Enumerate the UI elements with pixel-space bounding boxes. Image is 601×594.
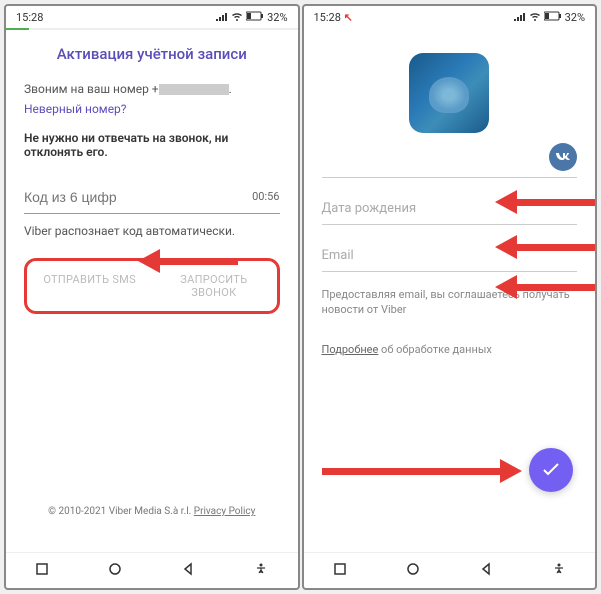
avatar[interactable] xyxy=(409,53,489,133)
nav-accessibility-icon[interactable] xyxy=(552,561,566,580)
code-input[interactable] xyxy=(24,189,252,205)
email-input[interactable]: Email xyxy=(322,240,578,272)
confirm-fab[interactable] xyxy=(529,448,573,492)
battery-icon xyxy=(246,11,264,24)
action-buttons-highlighted: ОТПРАВИТЬ SMS ЗАПРОСИТЬ ЗВОНОК xyxy=(24,258,280,314)
signal-icon xyxy=(216,11,228,24)
screen-profile: 15:28 ↖ 32% Дата рождения Email Предоста… xyxy=(302,4,598,590)
status-bar: 15:28 32% xyxy=(6,6,298,28)
wifi-icon xyxy=(231,11,243,24)
annotation-arrow xyxy=(322,462,522,480)
nav-recent-icon[interactable] xyxy=(333,561,347,580)
missed-call-icon: ↖ xyxy=(344,11,353,24)
nav-recent-icon[interactable] xyxy=(35,561,49,580)
status-bar: 15:28 ↖ 32% xyxy=(304,6,596,28)
battery-percent: 32% xyxy=(565,11,585,24)
privacy-link[interactable]: Privacy Policy xyxy=(194,506,256,517)
countdown-timer: 00:56 xyxy=(252,190,279,203)
nav-bar xyxy=(304,552,596,588)
redacted-number xyxy=(159,84,229,95)
page-title: Активация учётной записи xyxy=(24,45,280,63)
nav-accessibility-icon[interactable] xyxy=(254,561,268,580)
check-icon xyxy=(542,463,560,477)
status-time: 15:28 xyxy=(314,11,341,24)
more-link[interactable]: Подробнее xyxy=(322,343,379,356)
send-sms-button[interactable]: ОТПРАВИТЬ SMS xyxy=(35,273,144,299)
signal-icon xyxy=(514,11,526,24)
birthday-input[interactable]: Дата рождения xyxy=(322,193,578,225)
name-input[interactable] xyxy=(322,158,578,178)
wifi-icon xyxy=(529,11,541,24)
battery-icon xyxy=(544,11,562,24)
nav-home-icon[interactable] xyxy=(406,561,420,580)
battery-percent: 32% xyxy=(267,11,287,24)
nav-bar xyxy=(6,552,298,588)
instruction-text: Не нужно ни отвечать на звонок, ни откло… xyxy=(24,131,280,159)
screen-activation: 15:28 32% Активация учётной записи Звони… xyxy=(4,4,300,590)
auto-detect-text: Viber распознает код автоматически. xyxy=(24,224,280,238)
footer: © 2010-2021 Viber Media S.à r.l. Privacy… xyxy=(24,506,280,537)
nav-back-icon[interactable] xyxy=(181,561,195,580)
data-processing-info: Подробнее об обработке данных xyxy=(322,343,578,356)
nav-home-icon[interactable] xyxy=(108,561,122,580)
status-time: 15:28 xyxy=(16,11,43,24)
input-divider xyxy=(24,213,280,214)
calling-info: Звоним на ваш номер +. xyxy=(24,81,280,98)
consent-text: Предоставляя email, вы соглашаетесь полу… xyxy=(322,287,578,318)
nav-back-icon[interactable] xyxy=(479,561,493,580)
request-call-button[interactable]: ЗАПРОСИТЬ ЗВОНОК xyxy=(159,273,268,299)
wrong-number-link[interactable]: Неверный номер? xyxy=(24,102,280,116)
